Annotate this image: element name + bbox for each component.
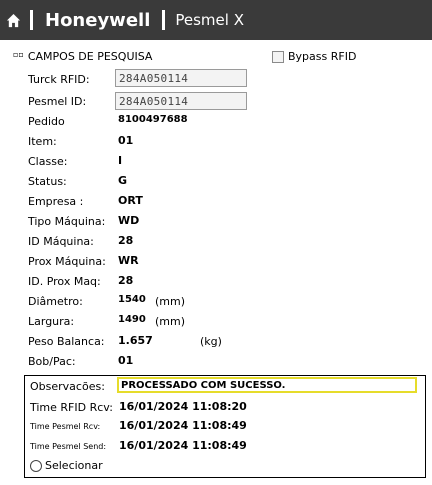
time-pesmel-send-value: 16/01/2024 11:08:49 [119, 439, 247, 452]
time-pesmel-rcv-label: Time Pesmel Rcv: [30, 422, 101, 431]
observacoes-panel: Observacões: PROCESSADO COM SUCESSO. Tim… [24, 375, 426, 478]
collapse-icon[interactable]: ▫▫ [13, 50, 24, 59]
time-pesmel-send-label: Time Pesmel Send: [30, 442, 107, 451]
section-title: ▫▫ CAMPOS DE PESQUISA [13, 50, 153, 63]
time-rfid-rcv-value: 16/01/2024 11:08:20 [119, 400, 247, 413]
diametro-label: Diâmetro: [28, 295, 83, 308]
selecionar-label: Selecionar [45, 459, 103, 472]
classe-label: Classe: [28, 155, 68, 168]
item-value: 01 [118, 134, 134, 147]
id-prox-maq-label: ID. Prox Maq: [28, 275, 101, 288]
radio-icon[interactable] [30, 459, 42, 472]
home-icon[interactable] [6, 13, 21, 28]
largura-unit: (mm) [155, 315, 186, 328]
largura-value: 1490 [118, 314, 146, 325]
selecionar-radio[interactable]: Selecionar [30, 459, 103, 472]
observacoes-label: Observacões: [30, 380, 105, 393]
time-pesmel-rcv-value: 16/01/2024 11:08:49 [119, 419, 247, 432]
turck-rfid-input[interactable]: 284A050114 [115, 69, 247, 87]
header-separator [30, 10, 33, 30]
prox-maquina-label: Prox Máquina: [28, 255, 106, 268]
id-prox-maq-value: 28 [118, 274, 134, 287]
prox-maquina-value: WR [118, 254, 139, 267]
status-label: Status: [28, 175, 67, 188]
top-bar: Honeywell Pesmel X [0, 0, 432, 40]
diametro-unit: (mm) [155, 295, 186, 308]
bob-pac-value: 01 [118, 354, 134, 367]
turck-rfid-label: Turck RFID: [28, 73, 90, 86]
status-value: G [118, 174, 128, 187]
bypass-rfid-checkbox[interactable]: Bypass RFID [272, 50, 356, 63]
app-title: Pesmel X [175, 11, 244, 29]
id-maquina-label: ID Máquina: [28, 235, 94, 248]
observacoes-field[interactable]: PROCESSADO COM SUCESSO. [117, 377, 417, 393]
empresa-value: ORT [118, 194, 143, 207]
item-label: Item: [28, 135, 57, 148]
bob-pac-label: Bob/Pac: [28, 355, 76, 368]
pesmel-id-input[interactable]: 284A050114 [115, 92, 247, 110]
pedido-label: Pedido [28, 115, 65, 128]
diametro-value: 1540 [118, 294, 146, 305]
classe-value: I [118, 154, 123, 167]
brand-name: Honeywell [45, 9, 151, 31]
peso-balanca-label: Peso Balanca: [28, 335, 105, 348]
time-rfid-rcv-label: Time RFID Rcv: [30, 401, 113, 414]
peso-balanca-unit: (kg) [200, 335, 222, 348]
pesmel-id-label: Pesmel ID: [28, 95, 87, 108]
id-maquina-value: 28 [118, 234, 134, 247]
checkbox-icon[interactable] [272, 50, 284, 63]
tipo-maquina-label: Tipo Máquina: [28, 215, 106, 228]
tipo-maquina-value: WD [118, 214, 140, 227]
empresa-label: Empresa : [28, 195, 84, 208]
peso-balanca-value: 1.657 [118, 334, 153, 347]
bypass-rfid-label: Bypass RFID [288, 50, 357, 63]
pedido-value: 8100497688 [118, 114, 188, 125]
largura-label: Largura: [28, 315, 75, 328]
header-separator [162, 10, 166, 30]
